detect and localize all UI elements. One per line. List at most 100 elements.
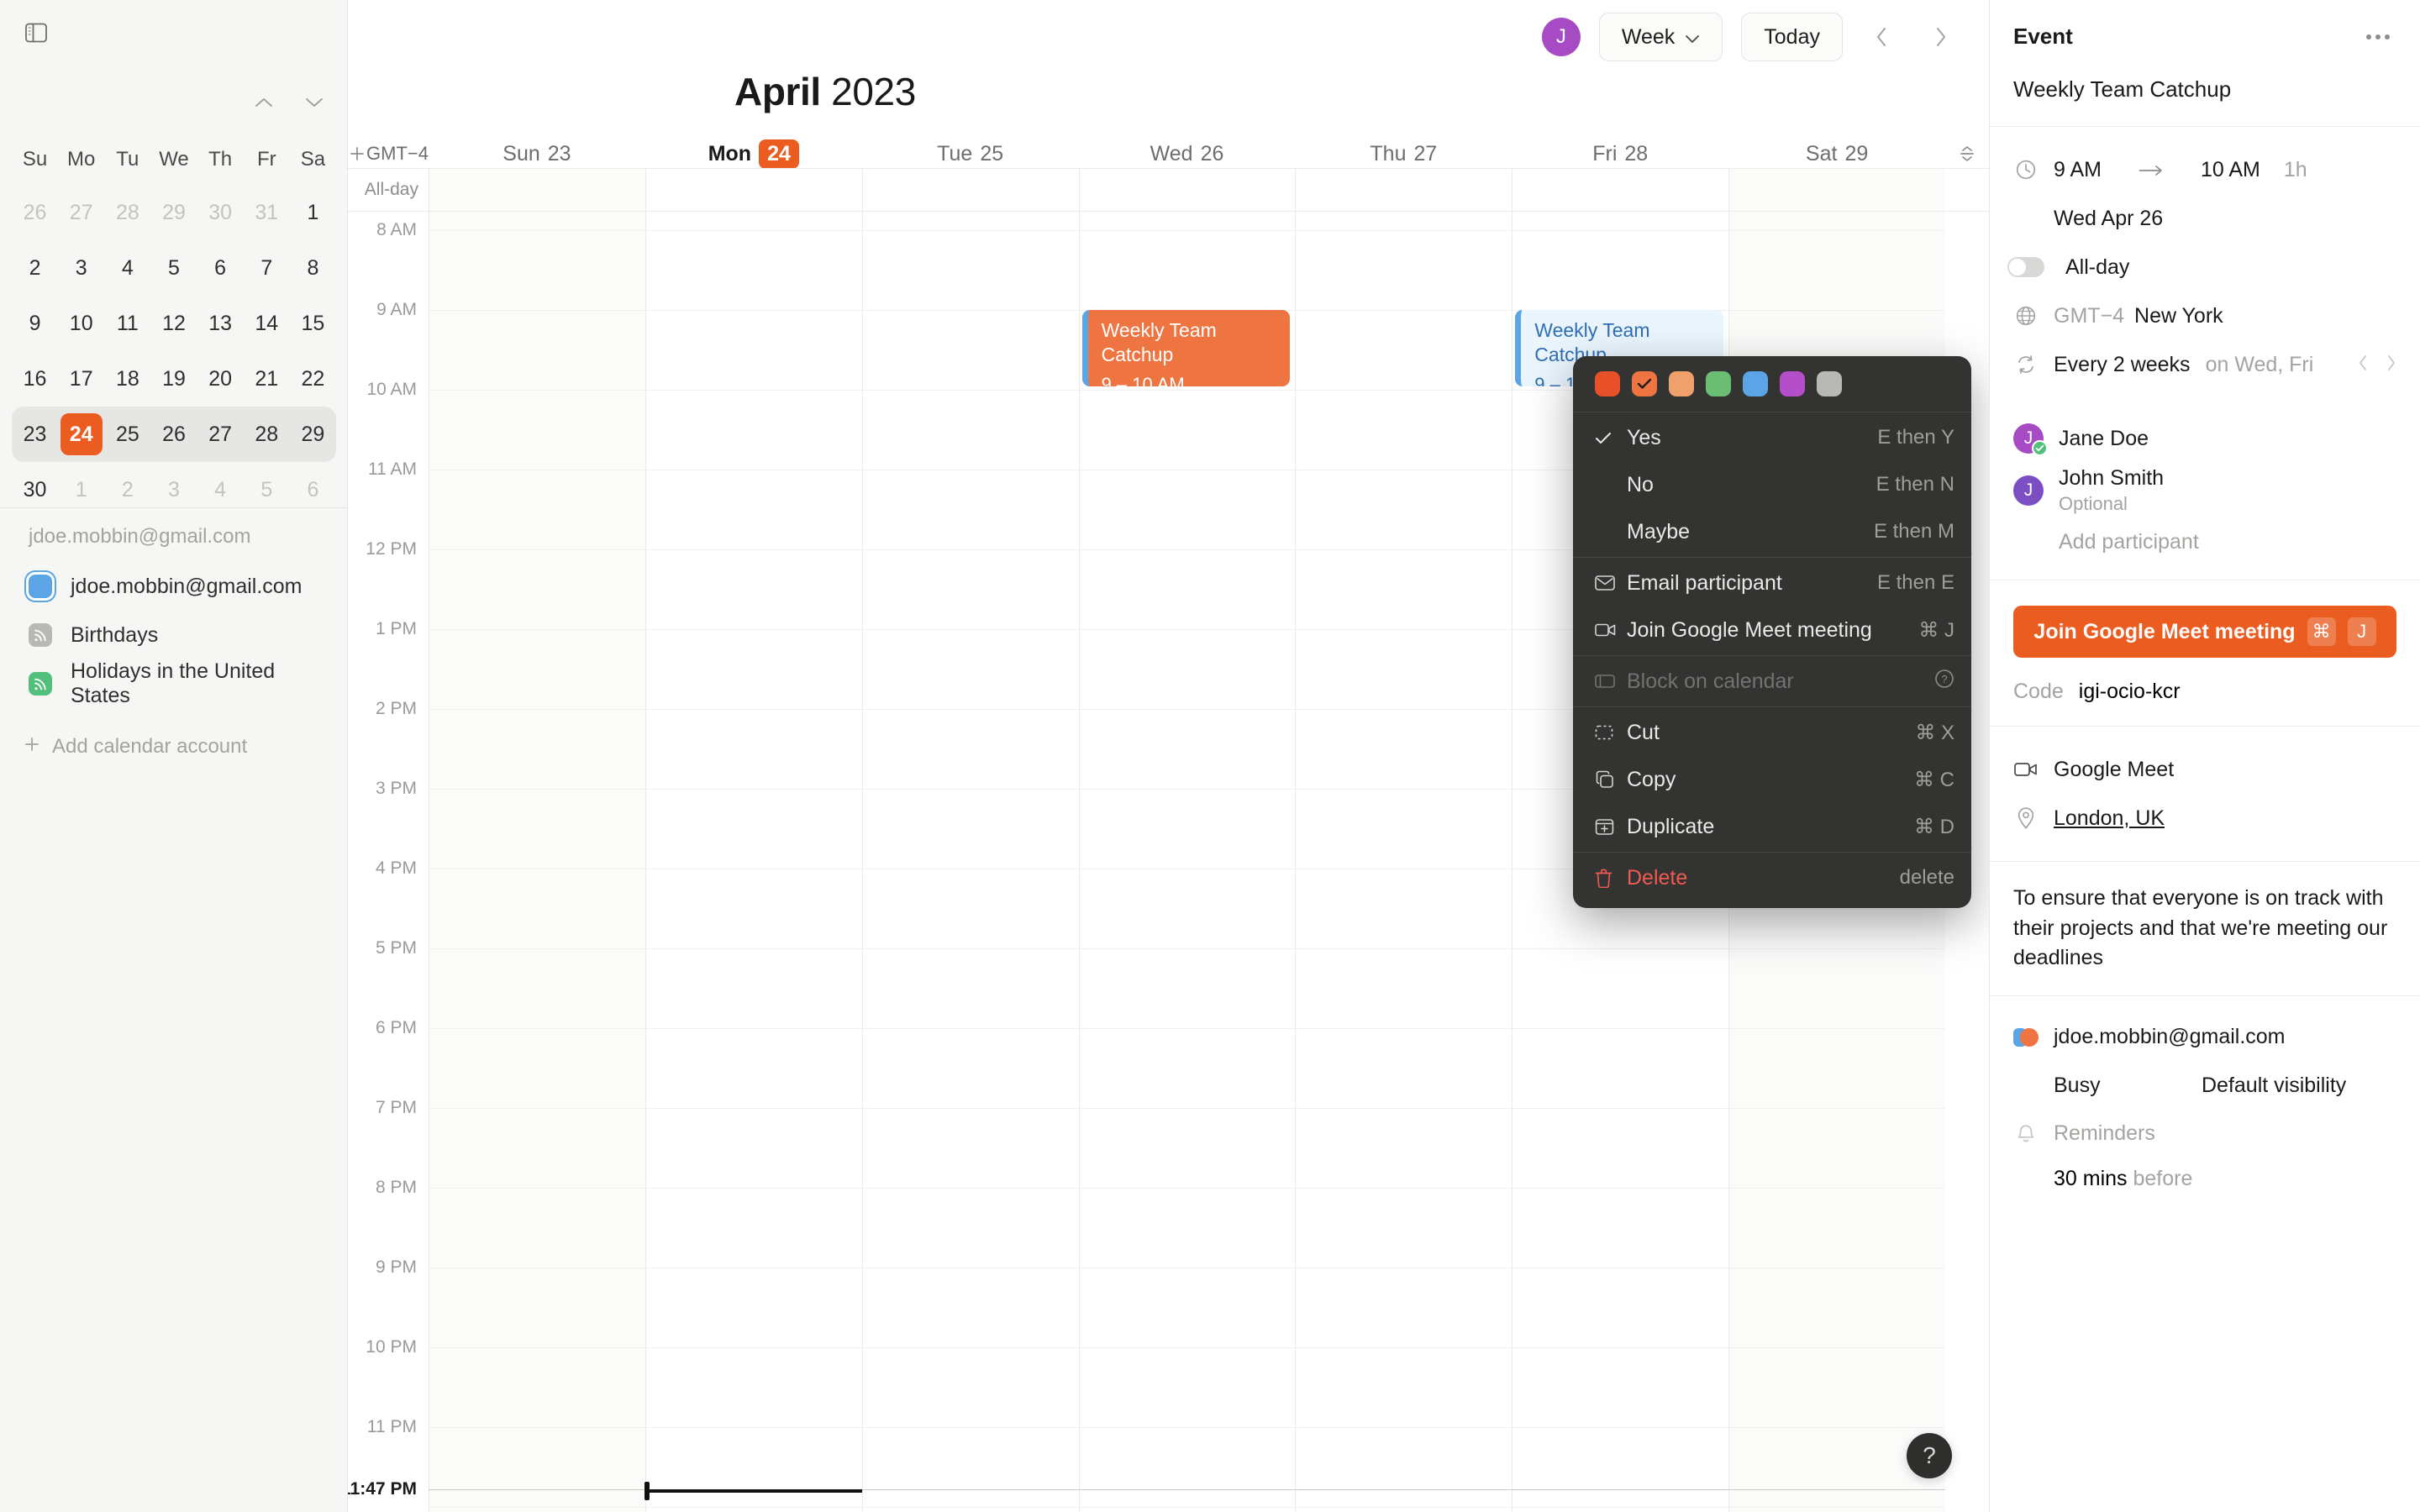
color-swatch-purple[interactable] bbox=[1780, 371, 1805, 396]
mini-calendar-day[interactable]: 26 bbox=[12, 185, 58, 240]
menu-item-maybe[interactable]: MaybeE then M bbox=[1573, 508, 1971, 555]
location-value[interactable]: London, UK bbox=[2054, 806, 2165, 831]
add-participant-button[interactable]: Add participant bbox=[2013, 517, 2396, 561]
mini-calendar-day[interactable]: 29 bbox=[150, 185, 197, 240]
all-day-cell[interactable] bbox=[1079, 169, 1296, 211]
menu-item-copy[interactable]: Copy⌘ C bbox=[1573, 756, 1971, 803]
mini-calendar-day[interactable]: 3 bbox=[150, 462, 197, 517]
mini-calendar-day[interactable]: 30 bbox=[12, 462, 58, 517]
calendar-list-item[interactable]: Holidays in the United States bbox=[24, 659, 324, 708]
expand-rows-icon[interactable] bbox=[1945, 145, 1989, 162]
mini-calendar-day[interactable]: 5 bbox=[150, 240, 197, 296]
mini-calendar-day[interactable]: 25 bbox=[104, 407, 150, 462]
reminders-row[interactable]: Reminders bbox=[2013, 1110, 2396, 1158]
calendar-list-item[interactable]: Birthdays bbox=[24, 611, 324, 659]
calendar-list-item[interactable]: jdoe.mobbin@gmail.com bbox=[24, 562, 324, 611]
day-header-wed[interactable]: Wed26 bbox=[1079, 139, 1296, 169]
mini-calendar-day[interactable]: 10 bbox=[58, 296, 104, 351]
color-swatch-green[interactable] bbox=[1706, 371, 1731, 396]
calendar-feed-icon[interactable] bbox=[29, 623, 52, 647]
mini-calendar-day[interactable]: 24 bbox=[58, 407, 104, 462]
event-date-row[interactable]: Wed Apr 26 bbox=[2013, 194, 2396, 243]
day-header-sun[interactable]: Sun23 bbox=[429, 139, 645, 169]
mini-calendar-day[interactable]: 16 bbox=[12, 351, 58, 407]
mini-calendar-day[interactable]: 29 bbox=[290, 407, 336, 462]
mini-calendar-day[interactable]: 22 bbox=[290, 351, 336, 407]
all-day-cell[interactable] bbox=[1295, 169, 1512, 211]
mini-calendar-day[interactable]: 11 bbox=[104, 296, 150, 351]
all-day-cell[interactable] bbox=[862, 169, 1079, 211]
event-title[interactable]: Weekly Team Catchup bbox=[1990, 68, 2420, 126]
color-swatch-tomato[interactable] bbox=[1595, 371, 1620, 396]
mini-calendar-day[interactable]: 31 bbox=[244, 185, 290, 240]
menu-item-email-participant[interactable]: Email participantE then E bbox=[1573, 559, 1971, 606]
help-button[interactable]: ? bbox=[1907, 1433, 1952, 1478]
mini-calendar-day[interactable]: 17 bbox=[58, 351, 104, 407]
all-day-toggle-row[interactable]: All-day bbox=[2013, 243, 2396, 291]
day-header-tue[interactable]: Tue25 bbox=[862, 139, 1079, 169]
mini-calendar-day[interactable]: 13 bbox=[197, 296, 244, 351]
color-swatch-orange[interactable] bbox=[1632, 371, 1657, 396]
chevron-right-icon[interactable] bbox=[2386, 353, 2396, 377]
sidebar-toggle-icon[interactable] bbox=[18, 15, 54, 50]
mini-calendar-day[interactable]: 28 bbox=[244, 407, 290, 462]
menu-item-duplicate[interactable]: Duplicate⌘ D bbox=[1573, 803, 1971, 850]
recurrence-row[interactable]: Every 2 weeks on Wed, Fri bbox=[2013, 340, 2396, 389]
mini-calendar-day[interactable]: 4 bbox=[104, 240, 150, 296]
day-header-sat[interactable]: Sat29 bbox=[1728, 139, 1945, 169]
all-day-cell[interactable] bbox=[645, 169, 862, 211]
mini-calendar-day[interactable]: 15 bbox=[290, 296, 336, 351]
mini-calendar-day[interactable]: 7 bbox=[244, 240, 290, 296]
mini-calendar-day[interactable]: 27 bbox=[58, 185, 104, 240]
join-google-meet-button[interactable]: Join Google Meet meeting ⌘ J bbox=[2013, 606, 2396, 658]
all-day-cell[interactable] bbox=[1728, 169, 1945, 211]
day-column-mon[interactable] bbox=[645, 212, 862, 1512]
all-day-toggle[interactable] bbox=[2007, 257, 2044, 277]
event-calendar-row[interactable]: jdoe.mobbin@gmail.com bbox=[2013, 1013, 2396, 1062]
mini-calendar-day[interactable]: 26 bbox=[150, 407, 197, 462]
menu-item-delete[interactable]: Deletedelete bbox=[1573, 854, 1971, 901]
mini-calendar-day[interactable]: 23 bbox=[12, 407, 58, 462]
chevron-right-icon[interactable] bbox=[1920, 17, 1960, 57]
menu-item-cut[interactable]: Cut⌘ X bbox=[1573, 709, 1971, 756]
mini-calendar-day[interactable]: 1 bbox=[290, 185, 336, 240]
mini-calendar-day[interactable]: 3 bbox=[58, 240, 104, 296]
mini-calendar-day[interactable]: 9 bbox=[12, 296, 58, 351]
calendar-feed-icon[interactable] bbox=[29, 672, 52, 696]
mini-calendar-day[interactable]: 20 bbox=[197, 351, 244, 407]
color-swatch-gray[interactable] bbox=[1817, 371, 1842, 396]
day-column-sun[interactable] bbox=[429, 212, 645, 1512]
mini-calendar-day[interactable]: 5 bbox=[244, 462, 290, 517]
event-description[interactable]: To ensure that everyone is on track with… bbox=[1990, 862, 2420, 995]
day-column-tue[interactable] bbox=[862, 212, 1079, 1512]
day-header-fri[interactable]: Fri28 bbox=[1512, 139, 1728, 169]
menu-item-join-google-meet-meeting[interactable]: Join Google Meet meeting⌘ J bbox=[1573, 606, 1971, 654]
today-button[interactable]: Today bbox=[1741, 13, 1843, 61]
mini-calendar-day[interactable]: 12 bbox=[150, 296, 197, 351]
chevron-left-icon[interactable] bbox=[1861, 17, 1902, 57]
location-row[interactable]: London, UK bbox=[2013, 794, 2396, 843]
reminder-item[interactable]: 30 mins before bbox=[2013, 1158, 2396, 1196]
mini-calendar-day[interactable]: 2 bbox=[104, 462, 150, 517]
add-timezone-icon[interactable] bbox=[348, 145, 366, 162]
help-icon[interactable]: ? bbox=[1934, 669, 1954, 695]
add-calendar-account-button[interactable]: Add calendar account bbox=[24, 735, 247, 759]
chevron-down-icon[interactable] bbox=[300, 88, 329, 117]
code-value[interactable]: igi-ocio-kcr bbox=[2079, 680, 2181, 704]
mini-calendar-day[interactable]: 14 bbox=[244, 296, 290, 351]
menu-item-yes[interactable]: YesE then Y bbox=[1573, 414, 1971, 461]
avatar[interactable]: J bbox=[1542, 18, 1581, 56]
conference-row[interactable]: Google Meet bbox=[2013, 745, 2396, 794]
day-header-thu[interactable]: Thu27 bbox=[1295, 139, 1512, 169]
mini-calendar-day[interactable]: 1 bbox=[58, 462, 104, 517]
participant-row[interactable]: JJane Doe bbox=[2013, 412, 2396, 465]
day-column-thu[interactable] bbox=[1295, 212, 1512, 1512]
mini-calendar-day[interactable]: 21 bbox=[244, 351, 290, 407]
color-swatch-peach[interactable] bbox=[1669, 371, 1694, 396]
day-header-mon[interactable]: Mon24 bbox=[645, 139, 862, 169]
chevron-left-icon[interactable] bbox=[2358, 353, 2369, 377]
mini-calendar-day[interactable]: 27 bbox=[197, 407, 244, 462]
mini-calendar-day[interactable]: 30 bbox=[197, 185, 244, 240]
day-column-wed[interactable]: Weekly Team Catchup9 – 10 AM bbox=[1079, 212, 1296, 1512]
color-swatch-blue[interactable] bbox=[1743, 371, 1768, 396]
